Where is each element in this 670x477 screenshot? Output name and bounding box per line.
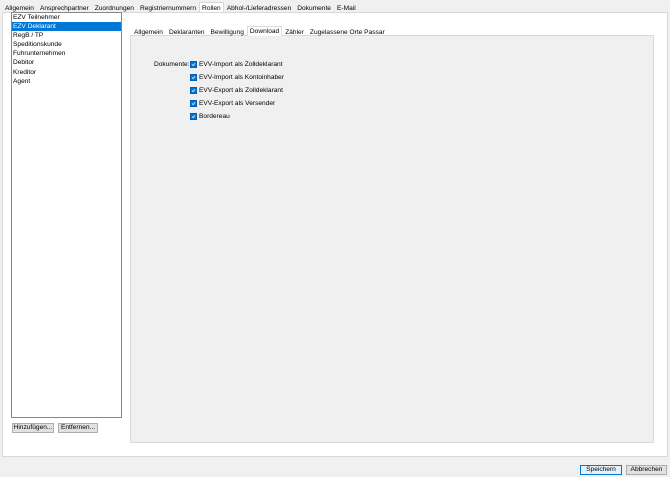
cancel-button[interactable]: Abbrechen	[626, 465, 667, 475]
tab-inner-allgemein[interactable]: Allgemein	[131, 27, 166, 36]
checkbox-label: EVV-Import als Zolldeklarant	[199, 61, 283, 68]
role-item-ezv-deklarant[interactable]: EZV Deklarant	[12, 22, 121, 32]
tab-download[interactable]: Download	[246, 26, 283, 36]
checkbox-bordereau[interactable]: Bordereau	[190, 112, 230, 121]
checkbox-checked-icon[interactable]	[190, 87, 197, 94]
role-item-speditionskunde[interactable]: Speditionskunde	[12, 40, 121, 49]
checkbox-label: EVV-Export als Versender	[199, 100, 276, 107]
checkbox-checked-icon[interactable]	[190, 100, 197, 107]
checkbox-evv-import-zolldeklarant[interactable]: EVV-Import als Zolldeklarant	[190, 60, 283, 69]
checkbox-evv-import-kontoinhaber[interactable]: EVV-Import als Kontoinhaber	[190, 73, 284, 82]
documents-label: Dokumente:	[154, 61, 190, 68]
role-item-kreditor[interactable]: Kreditor	[12, 68, 121, 77]
checkbox-label: Bordereau	[199, 113, 230, 120]
role-item-agent[interactable]: Agent	[12, 77, 121, 86]
checkbox-checked-icon[interactable]	[190, 74, 197, 81]
checkbox-checked-icon[interactable]	[190, 113, 197, 120]
role-item-fuhrunternehmen[interactable]: Fuhrunternehmen	[12, 49, 121, 58]
tab-bewilligung[interactable]: Bewilligung	[208, 27, 247, 36]
role-item-ezv-teilnehmer[interactable]: EZV Teilnehmer	[12, 13, 121, 22]
role-detail-panel	[130, 35, 654, 443]
checkbox-label: EVV-Export als Zolldeklarant	[199, 87, 283, 94]
inner-tab-bar: Allgemein Deklaranten Bewilligung Downlo…	[131, 26, 388, 36]
tab-deklaranten[interactable]: Deklaranten	[166, 27, 208, 36]
remove-role-button[interactable]: Entfernen...	[58, 423, 98, 433]
add-role-button[interactable]: Hinzufügen...	[12, 423, 54, 433]
checkbox-label: EVV-Import als Kontoinhaber	[199, 74, 285, 81]
save-button[interactable]: Speichern	[580, 465, 622, 475]
checkbox-evv-export-versender[interactable]: EVV-Export als Versender	[190, 99, 275, 108]
checkbox-evv-export-zolldeklarant[interactable]: EVV-Export als Zolldeklarant	[190, 86, 283, 95]
tab-zaehler[interactable]: Zähler	[282, 27, 307, 36]
role-list[interactable]: EZV Teilnehmer EZV Deklarant RegB / TP S…	[11, 12, 122, 418]
role-item-debitor[interactable]: Debitor	[12, 58, 121, 67]
checkbox-checked-icon[interactable]	[190, 61, 197, 68]
tab-zugelassene-orte-passar[interactable]: Zugelassene Orte Passar	[307, 27, 388, 36]
role-item-regb-tp[interactable]: RegB / TP	[12, 31, 121, 40]
